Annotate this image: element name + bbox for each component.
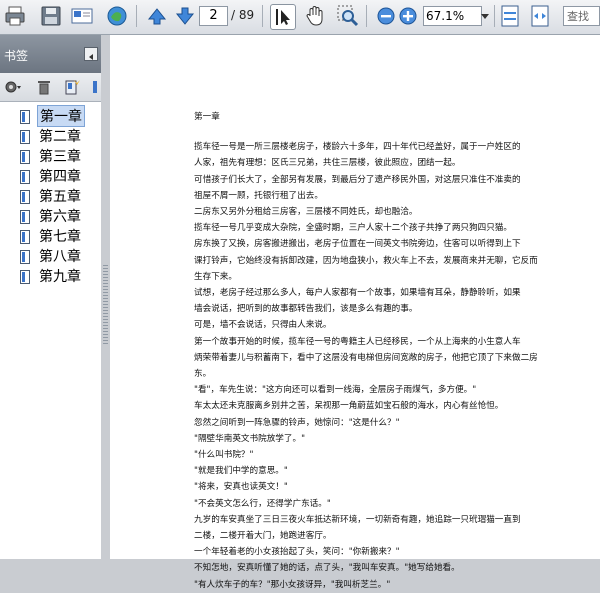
text-line: 试想，老房子经过那么多人，每户人家都有一个故事，如果墙有耳朵，静静聆听，如果 bbox=[194, 288, 521, 299]
bookmark-label: 第一章 bbox=[37, 104, 85, 127]
text-line: 东。 bbox=[194, 369, 212, 380]
text-line: "看"，车先生说："这方向还可以看到一线海，全层房子雨煤气，多方便。" bbox=[194, 385, 477, 396]
bookmark-item[interactable]: 第二章 bbox=[20, 126, 83, 145]
new-bookmark-icon[interactable] bbox=[64, 79, 80, 95]
text-line: 祖屋不屑一顾，托银行租了出去。 bbox=[194, 190, 323, 201]
text-line: 墙会说话，把听到的故事都转告我们，该是多么有趣的事。 bbox=[194, 304, 418, 315]
zoom-in-icon[interactable] bbox=[396, 4, 420, 28]
splitter-grip[interactable] bbox=[103, 265, 108, 345]
previous-page-icon[interactable] bbox=[145, 4, 169, 28]
text-line: 炳荣带着妻儿与积蓄南下，看中了这层没有电梯但房间宽敞的房子，他把它顶了下来做二房 bbox=[194, 352, 538, 363]
bookmark-item[interactable]: 第八章 bbox=[20, 246, 83, 265]
fit-page-icon[interactable] bbox=[498, 4, 522, 28]
text-line: 车太太还未克服离乡别井之苦，呆视那一角蔚蓝如宝石般的海水，内心有丝怆怛。 bbox=[194, 401, 504, 412]
text-line: "什么叫书院？" bbox=[194, 450, 254, 461]
main-toolbar: 2 / 89 67.1% 查找 bbox=[0, 0, 600, 35]
email-icon[interactable] bbox=[70, 4, 94, 28]
chapter-heading: 第一章 bbox=[194, 112, 220, 122]
page-total-label: / 89 bbox=[231, 8, 255, 22]
text-line: 二楼，二楼开着大门，她跑进客厅。 bbox=[194, 531, 332, 542]
hand-tool-icon[interactable] bbox=[303, 4, 327, 28]
bookmark-icon bbox=[20, 209, 30, 224]
text-line: 揽车径一号几乎变成大杂院，全盛时期，三户人家十二个孩子共挣了两只狗四只猫。 bbox=[194, 223, 512, 234]
bookmark-item[interactable]: 第一章 bbox=[20, 104, 85, 127]
text-line: 房东换了又换，房客搬进搬出，老房子位置在一间英文书院旁边，住客可以听得到上下 bbox=[194, 239, 521, 250]
bookmarks-panel-title: 书签 bbox=[4, 49, 29, 63]
search-input[interactable]: 查找 bbox=[563, 6, 600, 26]
text-line: 人家，祖先有理想：区氏三兄弟，共住三层楼，彼此照应，团结一起。 bbox=[194, 158, 461, 169]
marquee-zoom-icon[interactable] bbox=[336, 4, 360, 28]
text-line: 课打铃声，它始终没有拆卸改建，因为地盘狭小，救火车上不去，发展商来并无聊，它反而 bbox=[194, 255, 538, 266]
zoom-dropdown-icon[interactable] bbox=[479, 6, 491, 26]
delete-icon[interactable] bbox=[37, 79, 51, 95]
text-line: "不会英文怎么行，还得学广东话。" bbox=[194, 498, 331, 509]
bookmarks-panel: 书签 第一章 第二章第三章第四章第五章第六章第七章第八章第九章 bbox=[0, 35, 102, 559]
text-line: "将来，安真也读英文！" bbox=[194, 482, 288, 493]
expand-bookmark-icon[interactable] bbox=[92, 79, 98, 95]
document-page: 第一章 揽车径一号是一所三层楼老房子，楼龄六十多年，四十年代已经盖好，属于一户姓… bbox=[110, 35, 600, 590]
bookmark-item[interactable]: 第六章 bbox=[20, 206, 83, 225]
bookmark-item[interactable]: 第九章 bbox=[20, 266, 83, 285]
bookmark-icon bbox=[20, 149, 30, 164]
bookmark-label: 第三章 bbox=[39, 148, 81, 165]
bookmark-icon bbox=[20, 229, 30, 244]
bookmarks-panel-header: 书签 bbox=[0, 35, 101, 73]
bookmark-icon bbox=[20, 249, 30, 264]
text-line: "就是我们中学的意思。" bbox=[194, 466, 288, 477]
fit-width-icon[interactable] bbox=[528, 4, 552, 28]
collaborate-icon[interactable] bbox=[105, 4, 129, 28]
bookmark-icon bbox=[20, 129, 30, 144]
text-line: 生存下来。 bbox=[194, 271, 237, 282]
bookmark-item[interactable]: 第七章 bbox=[20, 226, 83, 245]
text-line: 不知怎地，安真听懂了她的话，点了头，"我叫车安真。"她写给她看。 bbox=[194, 563, 460, 574]
text-line: 九岁的车安真坐了三日三夜火车抵达新环境，一切新奇有趣，她追踪一只玳瑁猫一直到 bbox=[194, 514, 521, 525]
bookmark-icon bbox=[20, 189, 30, 204]
bookmark-label: 第四章 bbox=[39, 168, 81, 185]
bookmarks-toolbar bbox=[0, 73, 101, 102]
text-line: "隔壁华南英文书院放学了。" bbox=[194, 433, 306, 444]
bookmark-item[interactable]: 第四章 bbox=[20, 166, 83, 185]
text-line: 第一个故事开始的时候，揽车径一号的粤籍主人已经移民，一个从上海来的小生意人车 bbox=[194, 336, 521, 347]
print-icon[interactable] bbox=[3, 4, 27, 28]
text-line: 二房东又另外分租给三房客，三层楼不同姓氏，却也融洽。 bbox=[194, 207, 418, 218]
select-tool-icon[interactable] bbox=[270, 4, 296, 30]
next-page-icon[interactable] bbox=[173, 4, 197, 28]
collapse-panel-icon[interactable] bbox=[84, 47, 98, 61]
toolbar-separator bbox=[262, 5, 263, 27]
text-line: 可惜孩子们长大了，全部另有发展，到最后分了遗产移民外国，对这层只准住不准卖的 bbox=[194, 174, 521, 185]
options-gear-icon[interactable] bbox=[3, 79, 21, 95]
zoom-level-input[interactable]: 67.1% bbox=[423, 6, 482, 26]
toolbar-separator bbox=[136, 5, 137, 27]
zoom-out-icon[interactable] bbox=[374, 4, 398, 28]
bookmark-item[interactable]: 第五章 bbox=[20, 186, 83, 205]
text-line: "有人炊车子的车？"那小女孩讶异，"我叫析芝兰。" bbox=[194, 579, 391, 590]
bookmark-icon bbox=[20, 109, 30, 124]
text-line: 一个年轻着老的小女孩抬起了头，笑问："你新搬来？" bbox=[194, 547, 400, 558]
bookmark-item[interactable]: 第三章 bbox=[20, 146, 83, 165]
bookmark-icon bbox=[20, 169, 30, 184]
paragraph-lines: 揽车径一号是一所三层楼老房子，楼龄六十多年，四十年代已经盖好，属于一户姓区的 人家… bbox=[194, 139, 588, 593]
document-viewer[interactable]: 第一章 揽车径一号是一所三层楼老房子，楼龄六十多年，四十年代已经盖好，属于一户姓… bbox=[110, 35, 600, 590]
bookmark-label: 第八章 bbox=[39, 248, 81, 265]
text-line: 忽然之间听到一阵急骤的铃声，她惊问："这是什么？" bbox=[194, 417, 400, 428]
page-number-input[interactable]: 2 bbox=[199, 6, 228, 26]
bookmark-label: 第二章 bbox=[39, 128, 81, 145]
toolbar-separator bbox=[366, 5, 367, 27]
document-text: 第一章 揽车径一号是一所三层楼老房子，楼龄六十多年，四十年代已经盖好，属于一户姓… bbox=[194, 109, 588, 593]
bookmark-label: 第七章 bbox=[39, 228, 81, 245]
toolbar-separator bbox=[494, 5, 495, 27]
bookmark-label: 第九章 bbox=[39, 268, 81, 285]
save-icon[interactable] bbox=[39, 4, 63, 28]
text-line: 揽车径一号是一所三层楼老房子，楼龄六十多年，四十年代已经盖好，属于一户姓区的 bbox=[194, 142, 521, 153]
bookmark-icon bbox=[20, 269, 30, 284]
text-line: 可是，墙不会说话，只得由人来说。 bbox=[194, 320, 332, 331]
bookmark-label: 第六章 bbox=[39, 208, 81, 225]
bookmark-label: 第五章 bbox=[39, 188, 81, 205]
